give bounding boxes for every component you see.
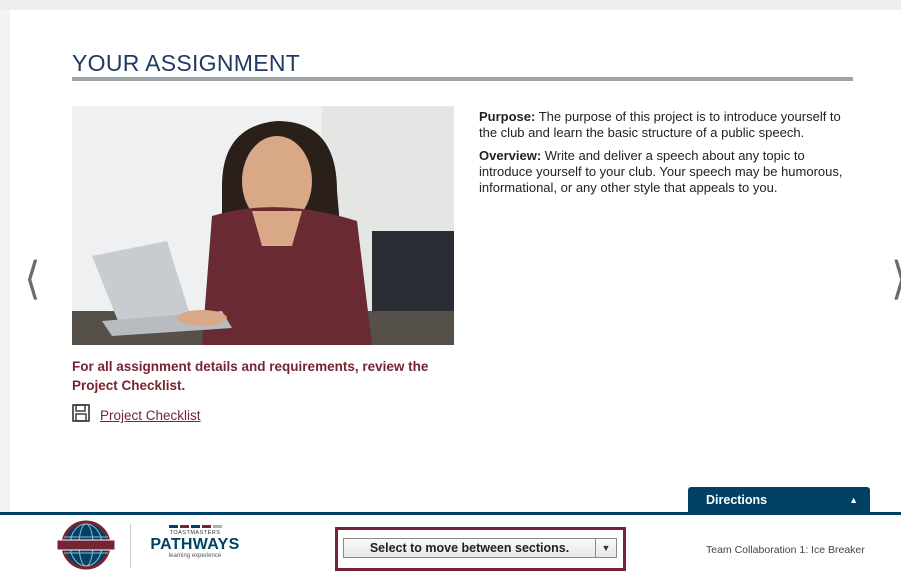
previous-page-arrow-icon[interactable]: ❬ bbox=[23, 255, 43, 299]
pathways-color-bars bbox=[145, 525, 245, 528]
toastmasters-logo bbox=[54, 520, 118, 570]
section-select-label: Select to move between sections. bbox=[369, 541, 570, 555]
footer-divider bbox=[0, 512, 901, 515]
overview-label: Overview: bbox=[479, 148, 542, 163]
course-title: Team Collaboration 1: Ice Breaker bbox=[706, 544, 865, 556]
heading-underline bbox=[72, 77, 853, 81]
project-checklist-row[interactable]: Project Checklist bbox=[72, 404, 201, 427]
floppy-disk-icon bbox=[72, 404, 90, 427]
page-title: YOUR ASSIGNMENT bbox=[72, 50, 301, 76]
window-left-border bbox=[0, 10, 10, 512]
chevron-down-icon[interactable]: ▼ bbox=[595, 539, 616, 557]
overview-paragraph: Overview: Write and deliver a speech abo… bbox=[479, 148, 857, 196]
directions-toggle-button[interactable]: Directions ▲ bbox=[688, 487, 870, 513]
project-checklist-link[interactable]: Project Checklist bbox=[100, 408, 201, 423]
pathways-wordmark: PATHWAYS bbox=[150, 536, 240, 553]
purpose-paragraph: Purpose: The purpose of this project is … bbox=[479, 109, 857, 141]
logo-divider bbox=[130, 524, 131, 568]
assignment-photo bbox=[72, 106, 454, 345]
window-top-border bbox=[0, 0, 901, 10]
caret-up-icon: ▲ bbox=[849, 495, 858, 505]
section-select-dropdown[interactable]: Select to move between sections. ▼ bbox=[343, 538, 617, 558]
purpose-label: Purpose: bbox=[479, 109, 536, 124]
pathways-logo: TOASTMASTERS PATHWAYS learning experienc… bbox=[145, 524, 245, 570]
assignment-info: Purpose: The purpose of this project is … bbox=[479, 109, 857, 203]
pathways-tagline: learning experience bbox=[168, 553, 222, 559]
assignment-note: For all assignment details and requireme… bbox=[72, 359, 429, 393]
next-page-arrow-icon[interactable]: ❭ bbox=[889, 255, 901, 299]
directions-label: Directions bbox=[706, 493, 768, 507]
